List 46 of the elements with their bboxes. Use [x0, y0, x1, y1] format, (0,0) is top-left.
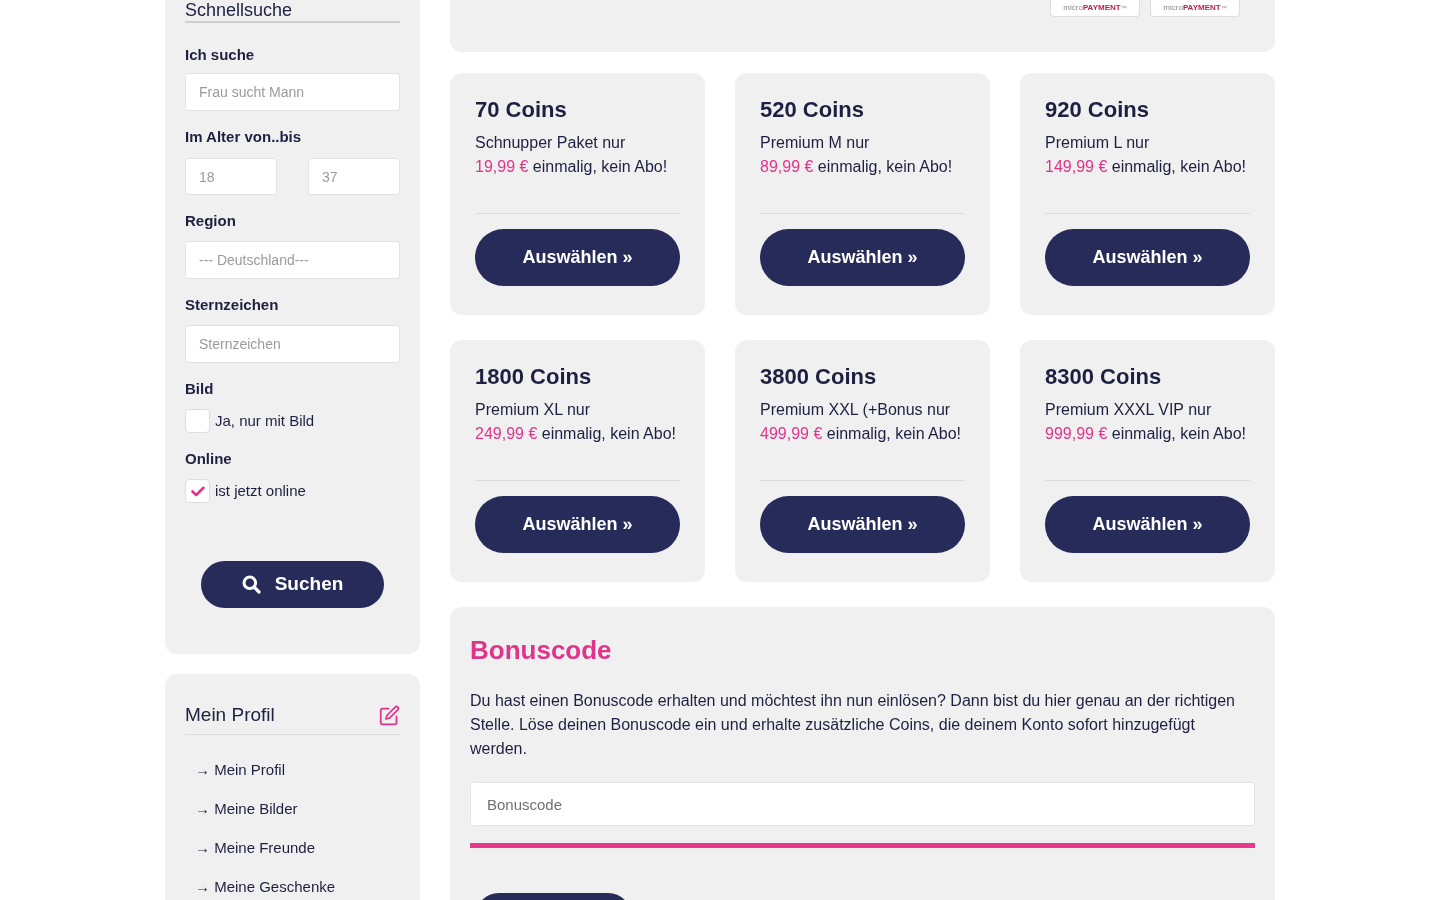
profile-link[interactable]: → Mein Profil — [195, 760, 286, 780]
package-title: 520 Coins — [760, 97, 865, 123]
package-title: 3800 Coins — [760, 364, 878, 390]
package-description: Schnupper Paket nur 19,99 € einmalig, kein Abo! — [475, 133, 669, 177]
package-description: Premium XL nur 249,99 € einmalig, kein Abo! — [475, 400, 678, 444]
checkbox-label: Ja, nur mit Bild — [215, 411, 315, 431]
select-button[interactable]: Auswählen » — [760, 229, 965, 286]
section-heading: Bonuscode — [470, 635, 612, 665]
select-button[interactable]: Auswählen » — [475, 229, 680, 286]
select-button[interactable]: Auswählen » — [1045, 229, 1250, 286]
search-button[interactable]: Suchen — [201, 561, 384, 608]
field-label: Ich suche — [185, 45, 256, 65]
package-description: Premium XXL (+Bonus nur 499,99 € einmalig, kein Abo! — [760, 400, 963, 444]
input-field[interactable]: Sternzeichen — [185, 325, 400, 363]
edit-icon[interactable] — [379, 704, 400, 726]
profile-link[interactable]: → Meine Freunde — [195, 838, 316, 858]
field-label: Sternzeichen — [185, 295, 280, 315]
input-field[interactable]: --- Deutschland--- — [185, 241, 400, 279]
package-title: 70 Coins — [475, 97, 568, 123]
bonuscode-field[interactable]: Bonuscode — [470, 782, 1255, 826]
input-field[interactable]: 18 — [185, 158, 277, 195]
bonus-description: Du hast einen Bonuscode erhalten und möchtest ihn nun einlösen? Dann bist du hier genau an der richtigen Stelle. Löse deinen Bonuscode ein und erhalte zusätzliche Coins, die deinem Konto sofort hinzugefügt werden. — [470, 691, 1236, 759]
input-field[interactable]: Frau sucht Mann — [185, 73, 400, 111]
profile-link[interactable]: → Meine Bilder — [195, 799, 298, 819]
select-button[interactable]: Auswählen » — [475, 496, 680, 553]
section-heading: Schnellsuche — [185, 0, 294, 20]
field-label: Bild — [185, 379, 215, 399]
checkbox[interactable] — [185, 409, 210, 433]
input-field[interactable]: 37 — [308, 158, 400, 195]
package-title: 1800 Coins — [475, 364, 593, 390]
package-description: Premium XXXL VIP nur 999,99 € einmalig, kein Abo! — [1045, 400, 1248, 444]
profile-link[interactable]: → Meine Geschenke — [195, 877, 336, 897]
search-icon — [241, 575, 261, 594]
package-description: Premium M nur 89,99 € einmalig, kein Abo! — [760, 133, 954, 177]
checkbox[interactable] — [185, 479, 210, 503]
package-title: 8300 Coins — [1045, 364, 1163, 390]
field-label: Im Alter von..bis — [185, 127, 303, 147]
package-title: 920 Coins — [1045, 97, 1150, 123]
package-description: Premium L nur 149,99 € einmalig, kein Abo! — [1045, 133, 1248, 177]
checkbox-label: ist jetzt online — [215, 481, 306, 501]
field-label: Region — [185, 211, 237, 231]
field-label: Online — [185, 449, 233, 469]
section-heading: Mein Profil — [185, 704, 275, 726]
select-button[interactable]: Auswählen » — [760, 496, 965, 553]
checkmark-icon — [190, 485, 205, 497]
select-button[interactable]: Auswählen » — [1045, 496, 1250, 553]
